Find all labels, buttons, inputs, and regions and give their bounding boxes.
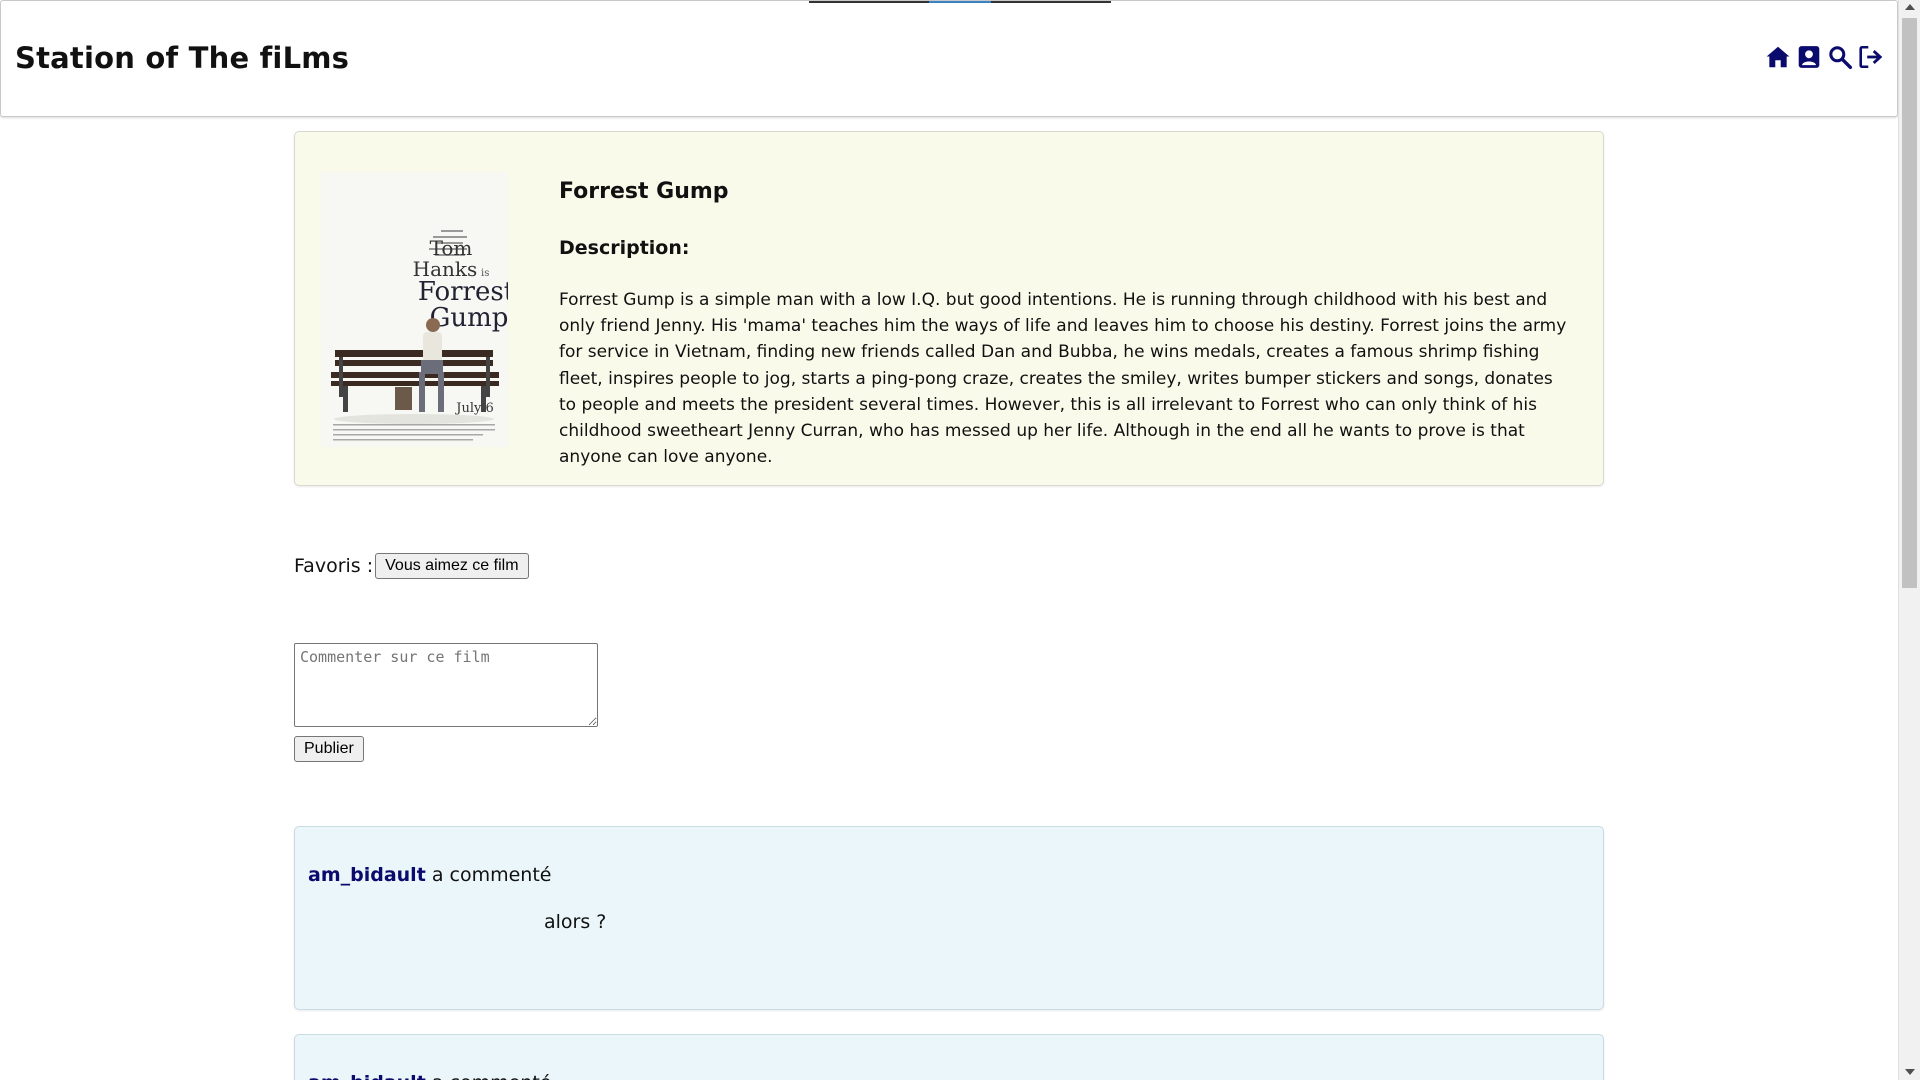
comment-card: am_bidault a commenté bbox=[294, 1034, 1604, 1080]
poster-release-date: July 6 bbox=[454, 401, 494, 416]
top-navbar: Station of The fiLms bbox=[0, 0, 1898, 117]
comment-action-text: a commenté bbox=[426, 1072, 552, 1080]
comment-author-link[interactable]: am_bidault bbox=[308, 864, 426, 886]
comment-card: am_bidault a commenté alors ? bbox=[294, 826, 1604, 1010]
scrollbar-thumb[interactable] bbox=[1902, 18, 1917, 588]
favorites-row: Favoris : Vous aimez ce film bbox=[294, 553, 529, 579]
comment-header: am_bidault a commenté bbox=[308, 864, 551, 886]
publish-button[interactable]: Publier bbox=[294, 736, 364, 762]
poster-title-line2: Gump bbox=[430, 303, 508, 333]
loading-bar-highlight bbox=[929, 1, 991, 3]
nav-icons bbox=[1765, 43, 1884, 71]
profile-icon[interactable] bbox=[1796, 43, 1822, 71]
home-icon[interactable] bbox=[1765, 43, 1791, 71]
comment-text: alors ? bbox=[544, 911, 607, 933]
film-description: Forrest Gump is a simple man with a low … bbox=[559, 290, 1567, 468]
page: Station of The fiLms Tom Hanks is Forres… bbox=[0, 0, 1898, 1080]
comment-action-text: a commenté bbox=[425, 864, 552, 886]
description-label: Description: bbox=[559, 237, 690, 259]
comment-author-link[interactable]: am_bidault bbox=[308, 1072, 426, 1080]
site-title[interactable]: Station of The fiLms bbox=[15, 41, 349, 75]
favorites-label: Favoris : bbox=[294, 555, 374, 577]
like-film-button[interactable]: Vous aimez ce film bbox=[375, 553, 529, 579]
logout-icon[interactable] bbox=[1858, 43, 1884, 71]
search-icon[interactable] bbox=[1827, 43, 1853, 71]
comment-header: am_bidault a commenté bbox=[308, 1072, 551, 1080]
vertical-scrollbar[interactable] bbox=[1898, 0, 1920, 1080]
film-details-card: Tom Hanks is Forrest Gump July 6 Forrest… bbox=[294, 131, 1604, 486]
poster-illustration: Tom Hanks is Forrest Gump July 6 bbox=[321, 172, 508, 447]
comment-input[interactable] bbox=[294, 643, 598, 727]
film-poster: Tom Hanks is Forrest Gump July 6 bbox=[321, 172, 508, 447]
scroll-up-arrow-icon[interactable] bbox=[1905, 4, 1915, 10]
film-title: Forrest Gump bbox=[559, 179, 729, 204]
scroll-down-arrow-icon[interactable] bbox=[1905, 1069, 1915, 1075]
